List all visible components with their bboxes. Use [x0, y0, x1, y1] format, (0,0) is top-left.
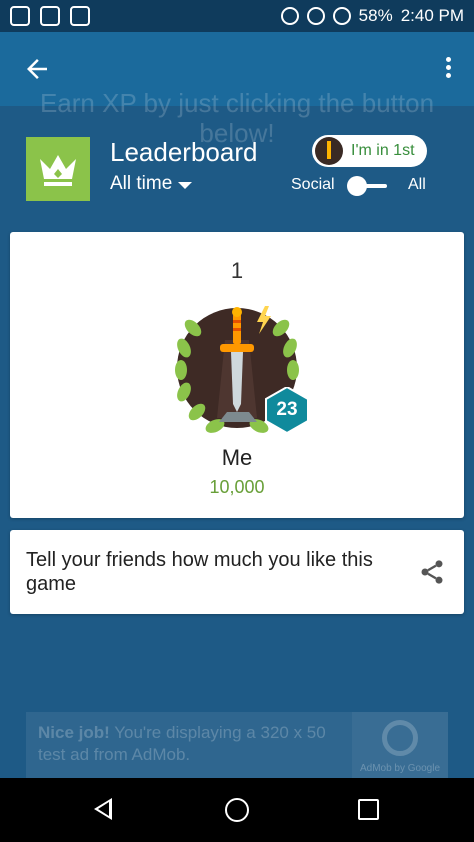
image-icon [40, 6, 60, 26]
system-nav-bar [0, 778, 474, 842]
my-rank-label: I'm in 1st [351, 142, 415, 159]
toggle-label-all: All [408, 176, 426, 193]
ad-message: Nice job! You're displaying a 320 x 50 t… [38, 723, 326, 764]
time-filter-label: All time [110, 173, 173, 194]
arrow-back-icon[interactable] [22, 54, 52, 84]
social-all-toggle[interactable] [347, 176, 387, 196]
more-vert-icon[interactable] [444, 54, 452, 84]
crown-icon [26, 137, 90, 201]
nav-recents-icon[interactable] [358, 799, 379, 820]
app-icon [70, 6, 90, 26]
system-icons: 58% 2:40 PM [280, 6, 464, 26]
whatsapp-icon [10, 6, 30, 26]
admob-logo-text: AdMob by Google [359, 763, 441, 774]
level-badge: 23 [265, 387, 309, 433]
status-bar: 58% 2:40 PM [0, 0, 474, 32]
time-filter-dropdown[interactable]: All time [110, 173, 193, 195]
notification-icons [10, 6, 90, 26]
ad-banner[interactable]: Nice job! You're displaying a 320 x 50 t… [26, 712, 448, 778]
nav-back-icon[interactable] [94, 798, 112, 820]
admob-icon [382, 720, 418, 756]
player-rank: 1 [230, 258, 244, 283]
admob-logo: AdMob by Google [352, 712, 448, 778]
toggle-label-social: Social [291, 176, 335, 193]
alarm-icon [280, 7, 299, 25]
player-name: Me [221, 445, 253, 470]
avatar [315, 137, 343, 165]
share-icon[interactable] [418, 558, 446, 586]
player-score: 10,000 [209, 477, 265, 497]
level-value: 23 [276, 399, 298, 420]
clock: 2:40 PM [400, 6, 464, 25]
my-rank-chip[interactable]: I'm in 1st [312, 135, 427, 167]
player-card: 1 23 Me 10,000 [10, 232, 464, 518]
chevron-down-icon [178, 182, 193, 189]
share-message: Tell your friends how much you like this… [26, 549, 373, 595]
wifi-icon [306, 7, 325, 25]
nav-home-icon[interactable] [225, 798, 249, 822]
page-title: Leaderboard [110, 137, 258, 167]
share-card[interactable]: Tell your friends how much you like this… [10, 530, 464, 614]
battery-saver-icon [332, 7, 351, 25]
battery-percent: 58% [358, 6, 393, 25]
